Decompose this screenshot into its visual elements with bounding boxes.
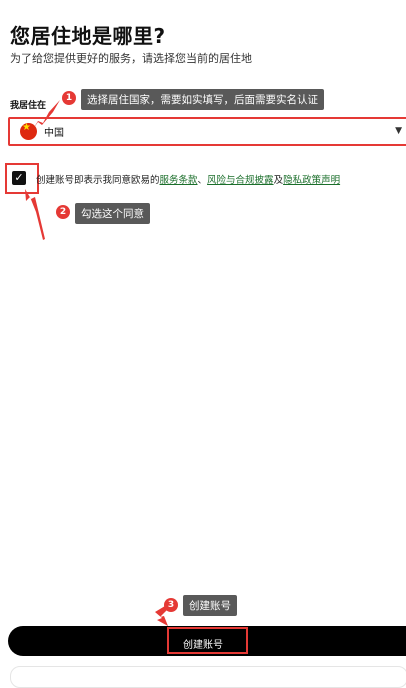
bottom-card (10, 666, 406, 688)
dropdown-arrow-icon[interactable]: ▼ (395, 126, 402, 136)
button-highlight-box (167, 627, 248, 654)
annotation-1-tooltip: 选择居住国家，需要如实填写，后面需要实名认证 (81, 89, 324, 110)
agreement-prefix: 创建账号即表示我同意欧易的 (36, 175, 160, 186)
annotation-3-badge: 3 (164, 598, 178, 612)
residence-label: 我居住在 (10, 101, 47, 111)
agreement-sep2: 及 (273, 175, 284, 186)
agreement-text: 创建账号即表示我同意欧易的服务条款、风险与合规披露及隐私政策声明 (36, 172, 340, 186)
china-flag-icon: ★ (20, 123, 37, 140)
agree-checkbox[interactable]: ✓ (12, 171, 26, 185)
annotation-2-tooltip: 勾选这个同意 (75, 203, 150, 224)
annotation-2-arrow (25, 189, 45, 240)
page-title: 您居住地是哪里? (10, 24, 166, 48)
residence-value: 中国 (44, 128, 64, 139)
annotation-3-tooltip: 创建账号 (183, 595, 237, 616)
page-subtitle: 为了给您提供更好的服务，请选择您当前的居住地 (10, 52, 252, 65)
annotation-2-badge: 2 (56, 205, 70, 219)
risk-disclosure-link[interactable]: 风险与合规披露 (207, 175, 274, 186)
residence-select[interactable]: ★ 中国 ▼ (8, 117, 406, 146)
terms-of-service-link[interactable]: 服务条款 (160, 175, 198, 186)
annotation-1-badge: 1 (62, 91, 76, 105)
agreement-sep1: 、 (197, 175, 208, 186)
privacy-policy-link[interactable]: 隐私政策声明 (283, 175, 340, 186)
